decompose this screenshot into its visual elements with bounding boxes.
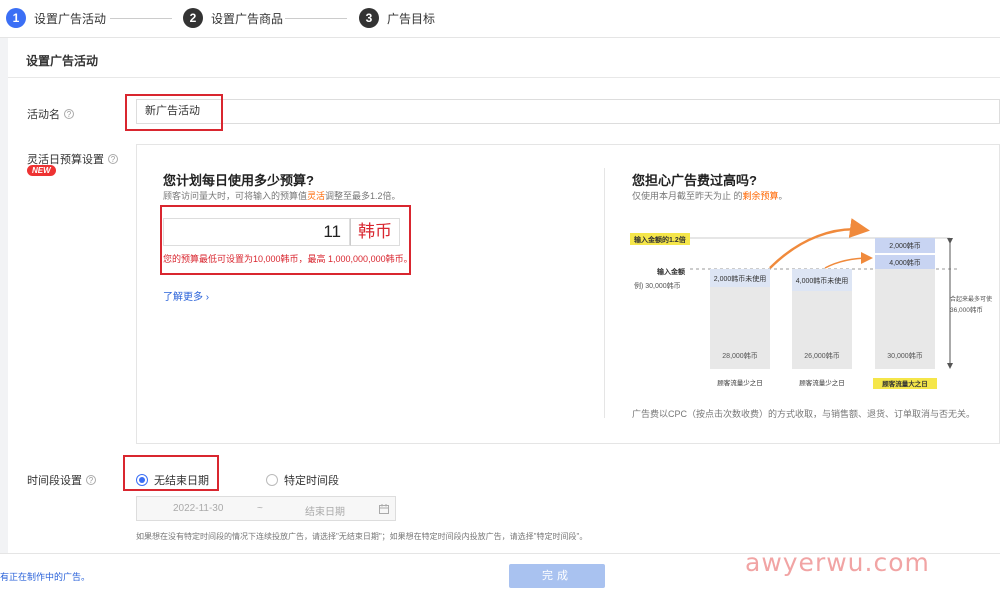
date-range-input[interactable]: 2022-11-30 ~ 结束日期: [136, 496, 396, 521]
help-icon[interactable]: ?: [108, 154, 118, 164]
highlight-box: [123, 455, 219, 491]
cost-sub-highlight: 剩余预算: [742, 191, 779, 201]
side-note1: 合起来最多可使: [950, 295, 992, 303]
step-1[interactable]: 1 设置广告活动: [6, 8, 106, 28]
step-2[interactable]: 2 设置广告商品: [183, 8, 283, 28]
cost-subtext: 仅使用本月截至昨天为止 的剩余预算。: [632, 189, 788, 202]
learn-more-link[interactable]: 了解更多 ›: [163, 288, 209, 303]
bar1-caption: 顾客流量少之日: [717, 378, 763, 387]
cost-sub-suffix: 。: [778, 191, 788, 201]
arrow-icon: [769, 218, 870, 269]
highlight-box: [125, 94, 223, 131]
time-period-label-text: 时间段设置: [27, 475, 82, 487]
cost-sub-prefix: 仅使用本月截至昨天为止 的: [632, 191, 743, 201]
bar3-caption: 顾客流量大之日: [882, 379, 928, 388]
campaign-name-label: 活动名 ?: [27, 106, 74, 122]
time-period-label: 时间段设置 ?: [27, 472, 96, 488]
campaign-name-input[interactable]: 新广告活动: [136, 99, 1000, 124]
input-label: 输入金额: [657, 267, 685, 276]
bar3-top-label1: 2,000韩币: [889, 241, 921, 250]
budget-subtext: 顾客访问量大时，可将输入的预算值灵活调整至最多1.2倍。: [163, 189, 401, 202]
watermark: awyerwu.com: [745, 548, 930, 577]
calendar-icon[interactable]: [379, 504, 389, 514]
budget-heading: 您计划每日使用多少预算?: [163, 173, 314, 188]
new-badge: NEW: [27, 165, 56, 176]
cost-footnote: 广告费以CPC（按点击次数收费）的方式收取，与销售额、退货、订单取消与否无关。: [632, 409, 976, 419]
chevron-right-icon: ›: [205, 292, 210, 303]
start-date: 2022-11-30: [173, 503, 224, 514]
budget-sub-highlight: 灵活: [307, 191, 326, 201]
bar2-top-label: 4,000韩币未使用: [796, 276, 849, 285]
done-button[interactable]: 完成: [509, 564, 605, 588]
end-date-placeholder: 结束日期: [305, 507, 345, 518]
budget-sub-suffix: 调整至最多1.2倍。: [325, 191, 401, 201]
budget-sub-prefix: 顾客访问量大时，可将输入的预算值: [163, 191, 308, 201]
step-3-label: 广告目标: [387, 11, 436, 26]
radio-specific-period[interactable]: 特定时间段: [266, 472, 339, 488]
left-gutter: [0, 38, 8, 553]
date-separator: ~: [257, 503, 263, 514]
side-note2: 36,000韩币: [950, 305, 983, 314]
time-period-hint: 如果想在没有特定时间段的情况下连续投放广告，请选择"无结束日期"；如果想在特定时…: [136, 532, 588, 541]
step-1-number: 1: [6, 8, 26, 28]
step-3-number: 3: [359, 8, 379, 28]
step-connector: [285, 18, 347, 19]
bar3-bottom-label: 30,000韩币: [887, 351, 922, 360]
panel-divider: [604, 168, 605, 418]
step-3[interactable]: 3 广告目标: [359, 8, 435, 28]
budget-illustration: 输入金额的1.2倍 输入金额 例) 30,000韩币 2,000韩币未使用 28…: [630, 218, 992, 389]
divider: [8, 77, 1000, 78]
bar2-bottom-label: 26,000韩币: [804, 351, 839, 360]
highlight-box: [160, 205, 411, 275]
bar3-top-label2: 4,000韩币: [889, 258, 921, 267]
section-title: 设置广告活动: [26, 54, 99, 68]
bar1-bottom-label: 28,000韩币: [722, 351, 757, 360]
step-connector: [110, 18, 172, 19]
step-1-label: 设置广告活动: [34, 11, 107, 26]
learn-more-text: 了解更多: [163, 292, 203, 303]
step-2-number: 2: [183, 8, 203, 28]
campaign-name-label-text: 活动名: [27, 109, 60, 121]
stepper: 1 设置广告活动 2 设置广告商品 3 广告目标: [0, 0, 1000, 38]
radio-unselected-icon[interactable]: [266, 474, 278, 486]
cost-heading: 您担心广告费过高吗?: [632, 173, 757, 188]
radio-specific-label: 特定时间段: [284, 475, 339, 487]
max-label: 输入金额的1.2倍: [634, 235, 686, 244]
draft-notice-link[interactable]: 有正在制作中的广告。: [0, 570, 90, 583]
bar2-caption: 顾客流量少之日: [799, 378, 845, 387]
bar1-top-label: 2,000韩币未使用: [714, 274, 767, 283]
input-example: 例) 30,000韩币: [634, 281, 681, 290]
step-2-label: 设置广告商品: [211, 11, 284, 26]
help-icon[interactable]: ?: [86, 475, 96, 485]
arrow-icon: [824, 252, 873, 269]
help-icon[interactable]: ?: [64, 109, 74, 119]
